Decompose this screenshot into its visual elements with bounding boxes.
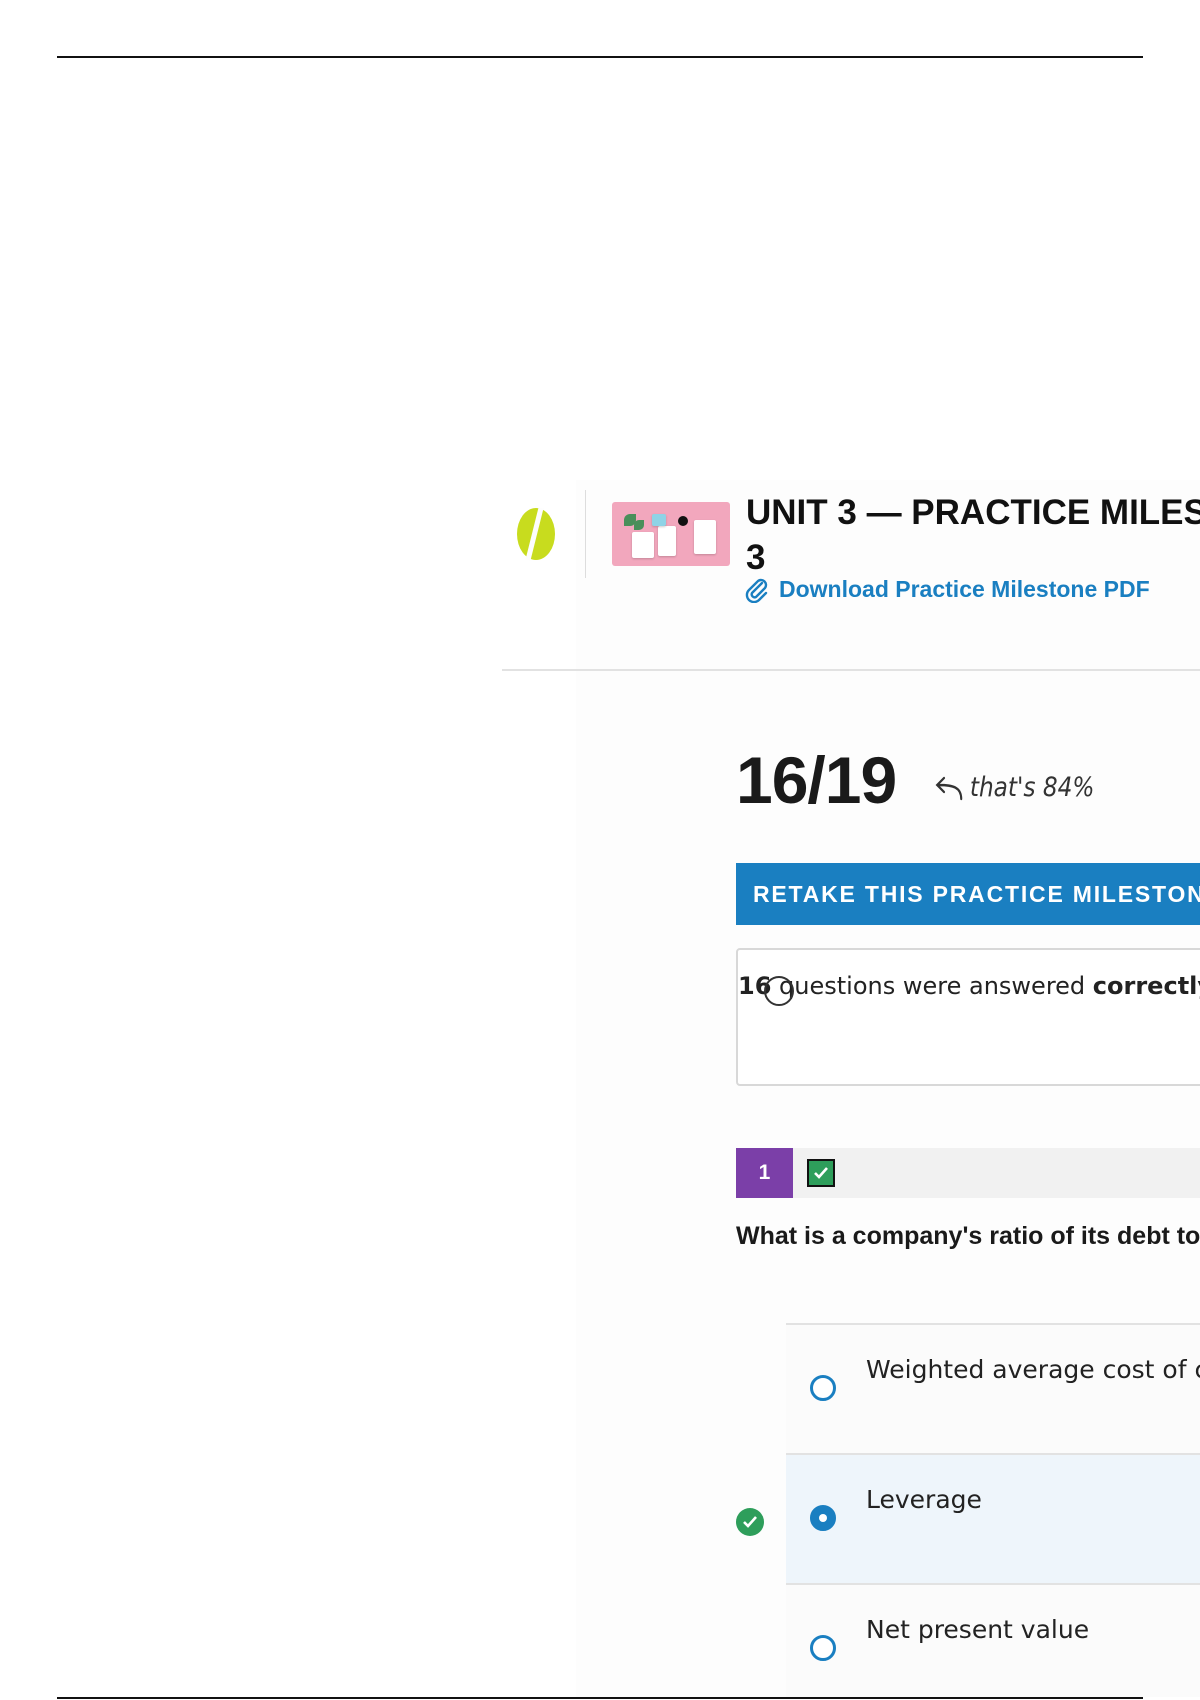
logo-icon — [517, 507, 555, 561]
question-number-badge: 1 — [736, 1148, 793, 1198]
radio-icon[interactable] — [810, 1635, 836, 1661]
retake-button[interactable]: RETAKE THIS PRACTICE MILESTONE — [736, 863, 1200, 925]
download-pdf-link[interactable]: Download Practice Milestone PDF — [745, 576, 1150, 603]
answer-label: Weighted average cost of capital — [866, 1355, 1200, 1384]
title-line-2: 3 — [746, 538, 766, 577]
score-note: that's 84% — [932, 772, 1094, 803]
correct-answer-icon — [736, 1508, 764, 1536]
header-separator — [502, 669, 1200, 671]
answer-option[interactable]: Net present value — [786, 1583, 1200, 1697]
left-gutter — [502, 480, 576, 1697]
question-text: What is a company's ratio of its debt to — [736, 1222, 1200, 1250]
course-thumbnail — [612, 502, 730, 566]
milestone-panel: UNIT 3 — PRACTICE MILESTONE 3 Download P… — [502, 480, 1200, 1697]
score-percentage: that's 84% — [969, 772, 1095, 803]
header-divider — [585, 490, 586, 578]
radio-selected-icon[interactable] — [810, 1505, 836, 1531]
paperclip-icon — [745, 578, 768, 603]
answer-option-selected[interactable]: Leverage — [786, 1453, 1200, 1583]
summary-emphasis: correctly. — [1092, 972, 1200, 1000]
cursor-indicator — [764, 976, 794, 1006]
question-header: 1 — [736, 1148, 1200, 1198]
download-pdf-label: Download Practice Milestone PDF — [779, 576, 1150, 602]
title-line-1: UNIT 3 — PRACTICE MILESTONE — [746, 493, 1200, 532]
score-value: 16/19 — [736, 743, 897, 817]
bottom-rule — [57, 1697, 1143, 1699]
summary-text: 16 questions were answered correctly. — [738, 972, 1200, 1000]
summary-body: questions were answered — [779, 972, 1086, 1000]
answer-option[interactable]: Weighted average cost of capital — [786, 1323, 1200, 1453]
radio-icon[interactable] — [810, 1375, 836, 1401]
top-rule — [57, 56, 1143, 58]
correct-check-icon — [807, 1159, 835, 1187]
curved-arrow-icon — [935, 776, 963, 800]
answer-label: Leverage — [866, 1485, 982, 1514]
results-summary: 16 questions were answered correctly. — [736, 948, 1200, 1086]
answer-list: Weighted average cost of capital Leverag… — [786, 1323, 1200, 1697]
answer-label: Net present value — [866, 1615, 1090, 1644]
page-title: UNIT 3 — PRACTICE MILESTONE 3 — [746, 490, 1200, 580]
